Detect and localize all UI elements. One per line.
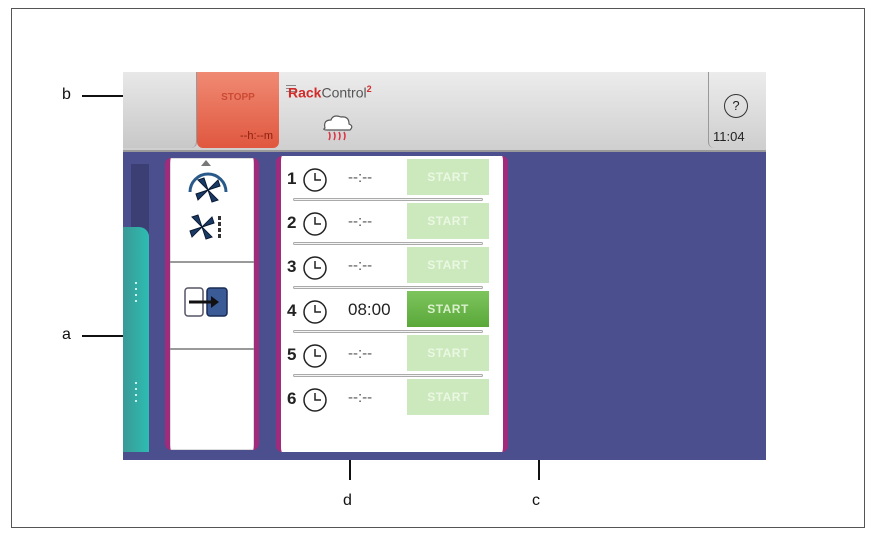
exit-icon[interactable] [183,284,233,320]
timer-number: 6 [287,389,297,408]
callout-d: d [343,492,352,509]
timer-time[interactable]: 08:00 [348,300,391,320]
side-strip [131,164,149,234]
timer-number: 2 [287,213,297,232]
help-button[interactable]: ? 11:04 [708,72,766,148]
timer-row-active: 4 08:00 START [281,289,493,333]
fan-off-icon[interactable] [188,212,230,242]
logo-control: Control [321,84,367,101]
clock-icon [303,300,327,324]
help-icon: ? [724,94,748,118]
timer-time[interactable]: --:-- [348,257,372,274]
clock-display: 11:04 [713,129,745,144]
side-tab[interactable] [123,227,149,452]
timer-row: 1 --:-- START [281,157,493,201]
stop-label: STOPP [221,92,255,103]
timer-number: 1 [287,169,297,188]
rackcontrol-logo: RackControl2 [288,84,372,101]
callout-a: a [62,326,71,343]
left-divider-1 [170,261,254,263]
timer-number: 3 [287,257,297,276]
clock-icon [303,168,327,192]
clock-icon [303,256,327,280]
stop-time: --h:--m [240,130,273,142]
top-bar: STOPP --h:--m RackControl2 ? 11:04 [123,72,766,152]
start-button[interactable]: START [407,379,489,415]
timer-time[interactable]: --:-- [348,389,372,406]
timer-time[interactable]: --:-- [348,213,372,230]
timer-row: 5 --:-- START [281,333,493,377]
cloud-heat-icon [323,115,353,141]
logo-sup: 2 [366,84,372,94]
timer-list-panel: 1 --:-- START 2 --:-- START 3 --:-- STAR… [276,156,508,452]
timer-number: 5 [287,345,297,364]
clock-icon [303,388,327,412]
timer-time[interactable]: --:-- [348,345,372,362]
logo-rack: Rack [288,84,322,101]
start-button[interactable]: START [407,247,489,283]
timer-row: 2 --:-- START [281,201,493,245]
fan-speed-icon[interactable] [186,172,230,204]
clock-icon [303,212,327,236]
callout-c: c [532,492,540,509]
timer-time[interactable]: --:-- [348,169,372,186]
timer-row: 6 --:-- START [281,377,493,421]
arrow-up-icon [201,160,211,166]
timer-number: 4 [287,301,297,320]
start-button[interactable]: START [407,291,489,327]
left-control-panel [165,158,259,450]
callout-b: b [62,86,71,103]
start-button[interactable]: START [407,335,489,371]
start-button[interactable]: START [407,203,489,239]
blank-button[interactable] [123,72,197,148]
device-screen: STOPP --h:--m RackControl2 ? 11:04 1 --:… [123,72,766,460]
stop-button[interactable]: STOPP --h:--m [197,72,279,148]
timer-row: 3 --:-- START [281,245,493,289]
left-divider-2 [170,348,254,350]
start-button[interactable]: START [407,159,489,195]
clock-icon [303,344,327,368]
